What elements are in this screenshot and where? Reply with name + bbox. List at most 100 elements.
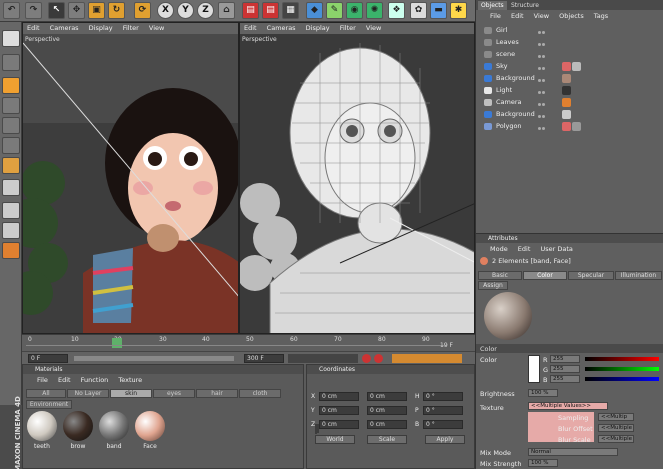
position-y-field[interactable]: 0 cm bbox=[319, 406, 359, 415]
undo-icon[interactable]: ↶ bbox=[3, 2, 20, 19]
blur-offset-field[interactable]: <<Multiple bbox=[598, 424, 634, 432]
menu-edit[interactable]: Edit bbox=[244, 24, 257, 32]
light-object-icon[interactable]: ✱ bbox=[450, 2, 467, 19]
object-row[interactable]: Girl bbox=[476, 25, 663, 36]
mix-strength-field[interactable]: 100 % bbox=[528, 459, 558, 467]
tab-structure[interactable]: Structure bbox=[508, 1, 542, 10]
object-row[interactable]: Background bbox=[476, 109, 663, 120]
target-tag-icon[interactable] bbox=[562, 86, 571, 95]
material-ball[interactable] bbox=[63, 411, 93, 441]
visibility-dots[interactable] bbox=[538, 51, 550, 58]
menu-display[interactable]: Display bbox=[306, 24, 330, 32]
end-frame-field[interactable]: 300 F bbox=[244, 354, 284, 363]
b-slider[interactable] bbox=[585, 377, 659, 381]
y-axis-lock-button[interactable]: Y bbox=[177, 2, 194, 19]
rotation-h-field[interactable]: 0 ° bbox=[423, 392, 463, 401]
r-slider[interactable] bbox=[585, 357, 659, 361]
render-settings-icon[interactable]: ▦ bbox=[282, 2, 299, 19]
timeline-ruler[interactable]: 0 10 20 30 40 50 60 70 80 90 19 F bbox=[22, 334, 475, 351]
mix-mode-dropdown[interactable]: Normal bbox=[528, 448, 618, 456]
select-tool-icon[interactable]: ↖ bbox=[48, 2, 65, 19]
world-dropdown[interactable]: World bbox=[315, 435, 355, 444]
key-tools[interactable] bbox=[392, 354, 462, 363]
tab-cloth[interactable]: cloth bbox=[239, 389, 281, 398]
autokey-icon[interactable] bbox=[374, 354, 383, 363]
texture-tag-icon[interactable] bbox=[562, 110, 571, 119]
texture-field[interactable]: <<Multiple Values>> bbox=[528, 402, 608, 410]
tab-no-layer[interactable]: No Layer bbox=[67, 389, 109, 398]
g-slider[interactable] bbox=[585, 367, 659, 371]
z-axis-lock-button[interactable]: Z bbox=[197, 2, 214, 19]
menu-filter[interactable]: Filter bbox=[340, 24, 356, 32]
phong-tag-icon[interactable] bbox=[572, 122, 581, 131]
sculpt-tool-icon[interactable] bbox=[2, 242, 20, 259]
tab-assign[interactable]: Assign bbox=[478, 281, 508, 290]
material-ball[interactable] bbox=[99, 411, 129, 441]
object-axis-icon[interactable] bbox=[2, 97, 20, 114]
position-x-field[interactable]: 0 cm bbox=[319, 392, 359, 401]
menu-objects[interactable]: Objects bbox=[559, 12, 584, 20]
g-field[interactable]: 255 bbox=[550, 365, 580, 373]
menu-mode[interactable]: Mode bbox=[490, 245, 508, 253]
uv-points-icon[interactable] bbox=[2, 179, 20, 196]
menu-function[interactable]: Function bbox=[81, 376, 109, 384]
menu-view[interactable]: View bbox=[366, 24, 381, 32]
playhead[interactable] bbox=[112, 338, 122, 348]
menu-cameras[interactable]: Cameras bbox=[267, 24, 296, 32]
tab-all[interactable]: All bbox=[26, 389, 66, 398]
rotation-b-field[interactable]: 0 ° bbox=[423, 420, 463, 429]
menu-edit[interactable]: Edit bbox=[27, 24, 40, 32]
polygons-mode-icon[interactable] bbox=[2, 157, 20, 174]
menu-filter[interactable]: Filter bbox=[123, 24, 139, 32]
menu-edit[interactable]: Edit bbox=[518, 245, 531, 253]
move-tool-icon[interactable]: ✥ bbox=[68, 2, 85, 19]
menu-cameras[interactable]: Cameras bbox=[50, 24, 79, 32]
viewport-right[interactable]: Edit Cameras Display Filter View Perspec… bbox=[239, 22, 475, 334]
scale-tool-icon[interactable]: ▣ bbox=[88, 2, 105, 19]
scene-object-icon[interactable]: ✿ bbox=[410, 2, 427, 19]
viewport-left[interactable]: Edit Cameras Display Filter View Perspec… bbox=[22, 22, 239, 334]
texture-axis-icon[interactable] bbox=[2, 54, 20, 71]
checker-tool-icon[interactable] bbox=[2, 202, 20, 219]
spline-pen-icon[interactable]: ✎ bbox=[326, 2, 343, 19]
material-ball[interactable] bbox=[27, 411, 57, 441]
deformer-icon[interactable]: ❖ bbox=[388, 2, 405, 19]
object-row[interactable]: Sky bbox=[476, 61, 663, 72]
visibility-dots[interactable] bbox=[538, 99, 550, 106]
object-row[interactable]: scene bbox=[476, 49, 663, 60]
menu-view[interactable]: View bbox=[149, 24, 164, 32]
visibility-dots[interactable] bbox=[538, 27, 550, 34]
size-z-field[interactable]: 0 cm bbox=[367, 420, 407, 429]
texture-tag-icon[interactable] bbox=[562, 74, 571, 83]
menu-user-data[interactable]: User Data bbox=[540, 245, 572, 253]
tab-environment[interactable]: Environment bbox=[26, 400, 72, 409]
brightness-field[interactable]: 100 % bbox=[528, 389, 558, 397]
texture-tag-icon[interactable] bbox=[562, 62, 571, 71]
tab-objects[interactable]: Objects bbox=[478, 1, 507, 10]
nurbs-icon[interactable]: ◉ bbox=[346, 2, 363, 19]
position-z-field[interactable]: 0 cm bbox=[319, 420, 359, 429]
render-view-icon[interactable]: ▤ bbox=[242, 2, 259, 19]
menu-file[interactable]: File bbox=[490, 12, 501, 20]
model-tool-icon[interactable] bbox=[2, 77, 20, 94]
tab-illumination[interactable]: Illumination bbox=[615, 271, 662, 280]
points-mode-icon[interactable] bbox=[2, 117, 20, 134]
tab-basic[interactable]: Basic bbox=[478, 271, 522, 280]
range-slider[interactable] bbox=[74, 356, 234, 361]
rotation-p-field[interactable]: 0 ° bbox=[423, 406, 463, 415]
tab-eyes[interactable]: eyes bbox=[153, 389, 195, 398]
object-row[interactable]: Light bbox=[476, 85, 663, 96]
menu-view[interactable]: View bbox=[534, 12, 549, 20]
visibility-dots[interactable] bbox=[538, 63, 550, 70]
make-editable-icon[interactable] bbox=[2, 30, 20, 47]
checker-tool-2-icon[interactable] bbox=[2, 222, 20, 239]
b-field[interactable]: 255 bbox=[550, 375, 580, 383]
transport-controls[interactable] bbox=[288, 354, 358, 363]
size-x-field[interactable]: 0 cm bbox=[367, 392, 407, 401]
array-icon[interactable]: ✺ bbox=[366, 2, 383, 19]
tab-hair[interactable]: hair bbox=[196, 389, 238, 398]
r-field[interactable]: 255 bbox=[550, 355, 580, 363]
tab-skin[interactable]: skin bbox=[110, 389, 152, 398]
texture-tag-icon[interactable] bbox=[562, 122, 571, 131]
material-ball[interactable] bbox=[135, 411, 165, 441]
